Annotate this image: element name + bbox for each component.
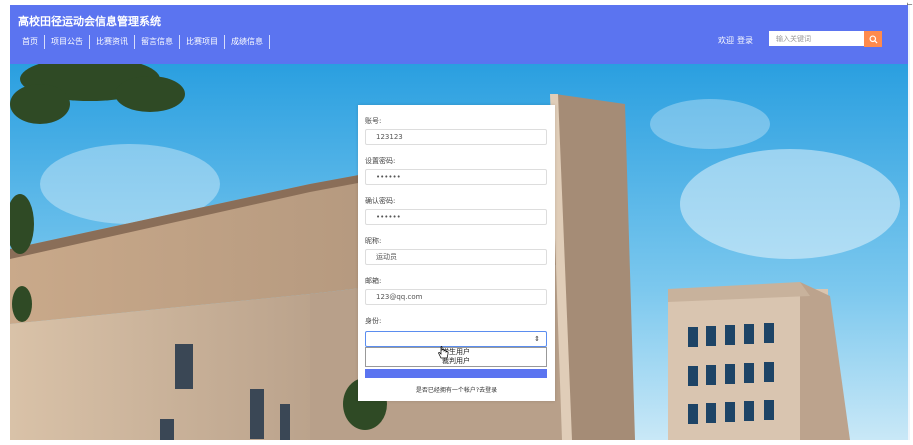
- confirm-password-label: 确认密码:: [365, 197, 396, 205]
- go-login-link[interactable]: 是否已经拥有一个帐户?去登录: [358, 385, 555, 394]
- email-input[interactable]: [365, 289, 547, 305]
- password-input[interactable]: [365, 169, 547, 185]
- nav-news[interactable]: 比赛资讯: [90, 35, 135, 49]
- site-title: 高校田径运动会信息管理系统: [18, 15, 161, 28]
- nickname-label: 昵称:: [365, 237, 382, 245]
- account-label: 账号:: [365, 117, 382, 125]
- nav-messages[interactable]: 留言信息: [135, 35, 180, 49]
- role-select[interactable]: ⇕: [365, 331, 547, 347]
- select-arrows-icon: ⇕: [534, 335, 540, 343]
- role-dropdown: 学生用户 裁判用户: [365, 347, 547, 367]
- hand-cursor-icon: [438, 346, 449, 359]
- login-link-header[interactable]: 登录: [737, 36, 753, 45]
- nav-announcements[interactable]: 项目公告: [45, 35, 90, 49]
- search-button[interactable]: [864, 31, 882, 47]
- search-input[interactable]: [769, 31, 866, 46]
- nickname-input[interactable]: [365, 249, 547, 265]
- corner-mark: ⌙: [906, 0, 913, 8]
- role-label: 身份:: [365, 317, 382, 325]
- welcome-area: 欢迎 登录: [718, 35, 753, 46]
- password-label: 设置密码:: [365, 157, 396, 165]
- nav-results[interactable]: 成绩信息: [225, 35, 270, 49]
- top-header: 高校田径运动会信息管理系统 首页 项目公告 比赛资讯 留言信息 比赛项目 成绩信…: [10, 5, 908, 64]
- browser-viewport: 高校田径运动会信息管理系统 首页 项目公告 比赛资讯 留言信息 比赛项目 成绩信…: [10, 5, 910, 440]
- confirm-password-input[interactable]: [365, 209, 547, 225]
- role-option-student[interactable]: 学生用户: [366, 348, 546, 357]
- role-option-referee[interactable]: 裁判用户: [366, 357, 546, 366]
- account-input[interactable]: [365, 129, 547, 145]
- register-button[interactable]: [365, 369, 547, 378]
- nav-events[interactable]: 比赛项目: [180, 35, 225, 49]
- nav-home[interactable]: 首页: [16, 35, 45, 49]
- register-form: 账号: 设置密码: 确认密码: 昵称: 邮箱: 身份: ⇕ 学生用户 裁判用户 …: [358, 105, 555, 401]
- email-label: 邮箱:: [365, 277, 382, 285]
- welcome-text: 欢迎: [718, 36, 734, 45]
- search-icon: [868, 34, 878, 44]
- main-nav: 首页 项目公告 比赛资讯 留言信息 比赛项目 成绩信息: [16, 32, 270, 52]
